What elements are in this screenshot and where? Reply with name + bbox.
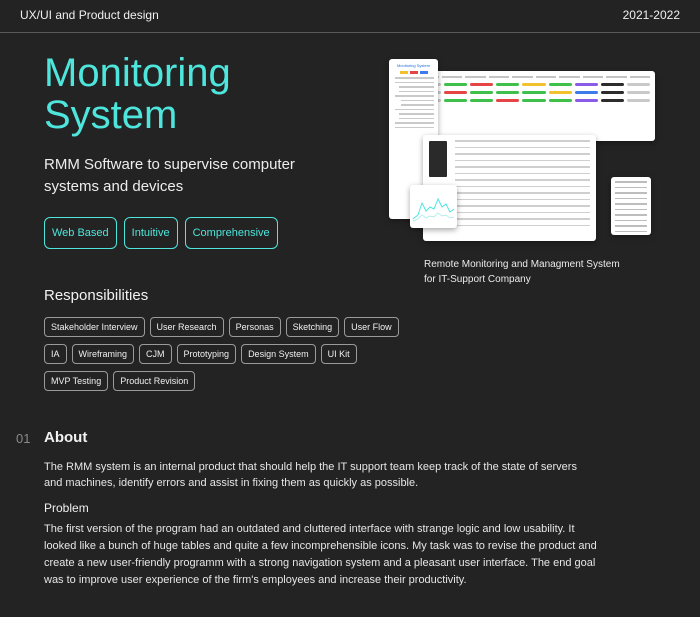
tag-product-revision: Product Revision: [113, 371, 196, 391]
title-line-1: Monitoring: [44, 51, 231, 95]
subtitle: RMM Software to supervise computer syste…: [44, 154, 344, 198]
title-line-2: System: [44, 93, 178, 137]
product-mockup: Monitoring System: [385, 55, 660, 245]
tag-mvp-testing: MVP Testing: [44, 371, 109, 391]
about-text: The RMM system is an internal product th…: [44, 461, 577, 489]
page-title: Monitoring System: [44, 52, 364, 136]
tag-wireframing: Wireframing: [71, 344, 135, 364]
tag-design-system: Design System: [241, 344, 316, 364]
about-heading: About: [44, 429, 88, 446]
tag-sketching: Sketching: [285, 317, 340, 337]
year-range: 2021-2022: [622, 8, 680, 22]
category-label: UX/UI and Product design: [20, 8, 159, 22]
tag-ui-kit: UI Kit: [320, 344, 357, 364]
top-bar: UX/UI and Product design 2021-2022: [0, 0, 700, 33]
caption-line-2: for IT-Support Company: [424, 274, 531, 285]
tag-user-research: User Research: [149, 317, 224, 337]
tag-cjm: CJM: [139, 344, 172, 364]
graph-icon: [412, 197, 455, 222]
tag-user-flow: User Flow: [344, 317, 399, 337]
section-number: 01: [16, 431, 31, 446]
pill-comprehensive: Comprehensive: [184, 217, 278, 249]
subtitle-line-1: RMM Software to supervise computer: [44, 156, 295, 173]
mockup-table-screen: [413, 71, 655, 141]
tag-prototyping: Prototyping: [176, 344, 237, 364]
pill-intuitive: Intuitive: [123, 217, 178, 249]
mockup-app-title: Monitoring System: [396, 63, 431, 68]
problem-text: The first version of the program had an …: [44, 523, 597, 586]
subtitle-line-2: systems and devices: [44, 178, 184, 195]
responsibilities-tags: Stakeholder Interview User Research Pers…: [44, 317, 404, 391]
tag-personas: Personas: [228, 317, 281, 337]
mockup-context-menu: [611, 177, 651, 235]
tag-stakeholder-interview: Stakeholder Interview: [44, 317, 145, 337]
tag-ia: IA: [44, 344, 67, 364]
mockup-graph-screen: [410, 185, 457, 228]
problem-heading: Problem: [44, 501, 89, 515]
responsibilities-heading: Responsibilities: [44, 287, 149, 304]
server-icon: [429, 141, 447, 177]
caption-line-1: Remote Monitoring and Managment System: [424, 259, 620, 270]
feature-pills: Web Based Intuitive Comprehensive: [44, 217, 278, 249]
pill-web-based: Web Based: [44, 217, 117, 249]
mockup-caption: Remote Monitoring and Managment System f…: [424, 257, 654, 287]
